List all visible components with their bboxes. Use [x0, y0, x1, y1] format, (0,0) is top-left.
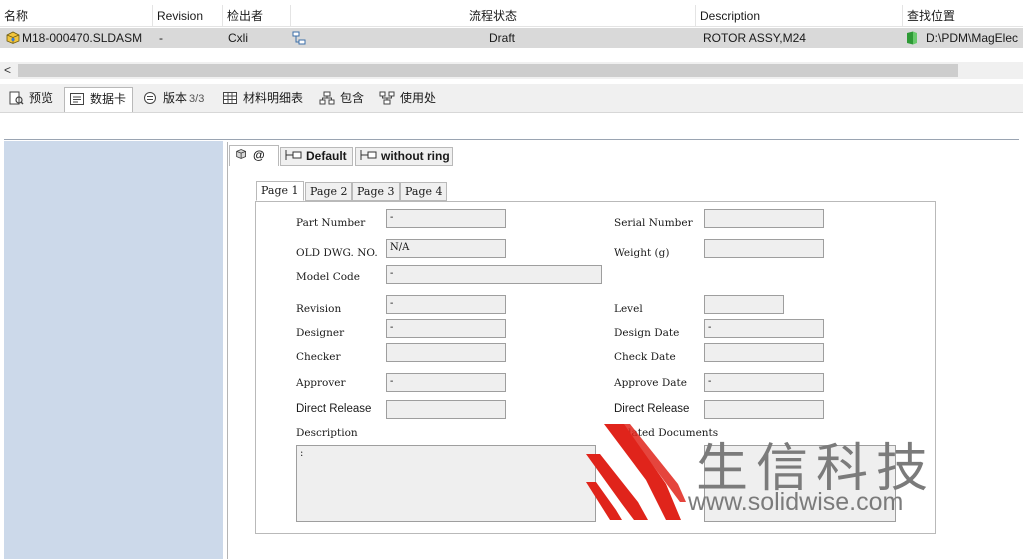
approve-date-field[interactable]: - [704, 373, 824, 392]
version-icon [144, 92, 156, 104]
model-code-label: Model Code [296, 271, 360, 283]
bom-icon [223, 92, 237, 104]
serial-number-label: Serial Number [614, 217, 693, 229]
tab-datacard[interactable]: 数据卡 [64, 87, 133, 112]
checker-label: Checker [296, 351, 341, 363]
where-used-icon [379, 91, 395, 105]
config-tab-at[interactable]: @ [229, 145, 279, 166]
direct-release-right-label: Direct Release [614, 403, 690, 415]
tab-versions-label: 版本 [163, 91, 188, 105]
found-in-path: D:\PDM\MagElec [926, 31, 1019, 45]
file-name-cell[interactable]: M18-000470.SLDASM [6, 28, 153, 48]
part-icon [236, 149, 246, 159]
config-icon [285, 150, 302, 160]
page-tab-3[interactable]: Page 3 [352, 182, 400, 201]
contains-icon [319, 91, 335, 105]
description-cell: ROTOR ASSY,M24 [703, 31, 806, 45]
revision-cell: - [159, 31, 163, 45]
direct-release-left-field[interactable] [386, 400, 506, 419]
direct-release-right-field[interactable] [704, 400, 824, 419]
tab-contains-label: 包含 [340, 91, 365, 105]
page-tab-2[interactable]: Page 2 [305, 182, 352, 201]
description-field[interactable]: : [296, 445, 596, 522]
design-date-field[interactable]: - [704, 319, 824, 338]
scroll-left-icon[interactable]: < [4, 63, 11, 77]
tab-where-used-label: 使用处 [400, 91, 437, 105]
tab-bom[interactable]: 材料明细表 [218, 87, 310, 112]
file-name: M18-000470.SLDASM [22, 31, 143, 45]
view-tab-bar: 预览 数据卡 版本 3/3 材料明细表 包含 使用处 [0, 84, 1023, 113]
approver-field[interactable]: - [386, 373, 506, 392]
level-label: Level [614, 303, 643, 315]
file-list-header: 名称 Revision 检出者 流程状态 Description 查找位置 [0, 5, 1023, 27]
config-tab-without-ring[interactable]: without ring [355, 147, 453, 166]
checker-field[interactable] [386, 343, 506, 362]
check-date-field[interactable] [704, 343, 824, 362]
page-tab-4[interactable]: Page 4 [400, 182, 447, 201]
config-tab-without-ring-label: without ring [381, 149, 450, 163]
horizontal-scrollbar[interactable]: < [0, 62, 1023, 79]
file-list-row[interactable]: M18-000470.SLDASM - Cxli Draft ROTOR ASS… [0, 28, 1023, 48]
part-number-label: Part Number [296, 217, 366, 229]
tab-versions[interactable]: 版本 3/3 [138, 87, 214, 112]
tab-datacard-label: 数据卡 [90, 92, 127, 106]
scrollbar-thumb[interactable] [18, 64, 958, 77]
preview-icon [9, 91, 24, 105]
designer-label: Designer [296, 327, 345, 339]
config-icon [360, 150, 377, 160]
tab-preview-label: 预览 [29, 91, 54, 105]
config-tab-default[interactable]: Default [280, 147, 353, 166]
description-label: Description [296, 427, 358, 439]
column-header-workflow-state[interactable]: 流程状态 [291, 5, 696, 27]
assembly-icon [6, 31, 20, 44]
datacard-icon [70, 93, 84, 105]
tab-contains[interactable]: 包含 [315, 87, 371, 112]
version-count: 3/3 [189, 93, 205, 105]
related-documents-field[interactable] [704, 445, 896, 522]
design-date-label: Design Date [614, 327, 680, 339]
related-documents-label: Related Documents [614, 427, 719, 439]
workflow-icon [292, 31, 306, 45]
approve-date-label: Approve Date [614, 377, 687, 389]
part-number-field[interactable]: - [386, 209, 506, 228]
model-code-field[interactable]: - [386, 265, 602, 284]
workflow-state-cell: Draft [488, 31, 515, 45]
column-header-description[interactable]: Description [696, 5, 903, 27]
config-tab-at-label: @ [253, 148, 265, 162]
column-header-revision[interactable]: Revision [153, 5, 223, 27]
column-header-found-in[interactable]: 查找位置 [903, 5, 1023, 27]
content-divider [4, 139, 1019, 140]
config-tab-default-label: Default [306, 149, 347, 163]
column-header-name[interactable]: 名称 [0, 5, 153, 27]
tab-where-used[interactable]: 使用处 [375, 87, 441, 112]
vault-folder-icon [907, 31, 917, 45]
weight-field[interactable] [704, 239, 824, 258]
revision-field[interactable]: - [386, 295, 506, 314]
checked-out-by-cell: Cxli [228, 31, 248, 45]
tab-bom-label: 材料明细表 [243, 91, 304, 105]
direct-release-left-label: Direct Release [296, 403, 372, 415]
approver-label: Approver [296, 377, 346, 389]
workflow-icon-cell [292, 28, 312, 48]
designer-field[interactable]: - [386, 319, 506, 338]
old-dwg-no-label: OLD DWG. NO. [296, 247, 378, 259]
left-pane [4, 141, 223, 559]
weight-label: Weight (g) [614, 247, 670, 259]
level-field[interactable] [704, 295, 784, 314]
tab-preview[interactable]: 预览 [4, 87, 62, 112]
found-in-cell: D:\PDM\MagElec [906, 28, 1023, 48]
column-header-checked-out-by[interactable]: 检出者 [223, 5, 291, 27]
page-tab-1[interactable]: Page 1 [256, 181, 304, 201]
old-dwg-no-field[interactable]: N/A [386, 239, 506, 258]
revision-label: Revision [296, 303, 342, 315]
serial-number-field[interactable] [704, 209, 824, 228]
check-date-label: Check Date [614, 351, 676, 363]
